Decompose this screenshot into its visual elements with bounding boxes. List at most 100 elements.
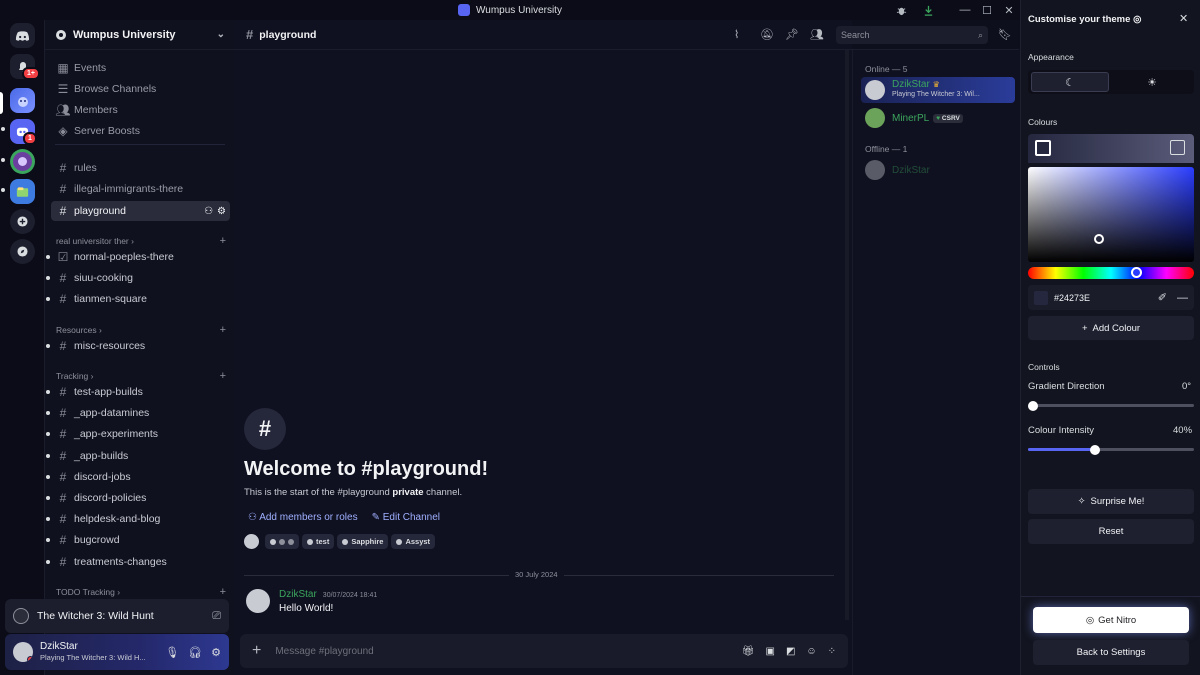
channel-playground[interactable]: # playground ⚇ ⚙ xyxy=(51,201,230,221)
bug-icon[interactable] xyxy=(888,0,914,20)
invite-icon[interactable]: ⚇ xyxy=(204,206,213,217)
add-server-button[interactable] xyxy=(10,209,35,234)
colour-stops-bar xyxy=(1028,134,1194,163)
colour-intensity-slider[interactable] xyxy=(1028,444,1194,455)
hash-icon: # xyxy=(59,339,67,353)
sidebar-item-members[interactable]: 👥︎ Members xyxy=(51,100,230,120)
channel-treatments-changes[interactable]: # treatments-changes xyxy=(51,552,230,572)
gif-icon[interactable]: ▣ xyxy=(765,646,774,657)
screen-share-icon[interactable]: ⎚ xyxy=(212,610,221,623)
mentions-badge: 1+ xyxy=(22,67,40,80)
hue-slider[interactable] xyxy=(1028,267,1194,279)
member-avatar xyxy=(244,534,259,549)
surprise-me-button[interactable]: ✧ Surprise Me! xyxy=(1028,489,1194,514)
sidebar-item-server-boosts[interactable]: ◈ Server Boosts xyxy=(51,121,230,141)
category-resources[interactable]: Resources › + xyxy=(56,324,226,336)
search-input[interactable]: Search ⌕ xyxy=(836,26,988,44)
colour-stop-end[interactable] xyxy=(1170,140,1185,155)
bot-tag-sapphire[interactable]: Sapphire xyxy=(337,534,389,549)
eyedropper-icon[interactable]: ✐ xyxy=(1158,291,1167,304)
light-mode-sun-icon[interactable]: ☀ xyxy=(1113,72,1191,92)
threads-icon[interactable]: ⌇ xyxy=(734,28,748,42)
channel-app-datamines[interactable]: # _app-datamines xyxy=(51,403,230,423)
discover-button[interactable] xyxy=(10,239,35,264)
channel-bugcrowd[interactable]: # bugcrowd xyxy=(51,530,230,550)
member-list-icon[interactable]: 👥︎ xyxy=(810,28,824,42)
channel-normal-poeples-there[interactable]: ☑ normal-poeples-there xyxy=(51,247,230,267)
colour-intensity-handle[interactable] xyxy=(1090,444,1101,455)
microphone-icon[interactable]: 🎙︎ xyxy=(165,646,179,659)
sidebar-item-browse-channels[interactable]: ☰ Browse Channels xyxy=(51,79,230,99)
gradient-direction-handle[interactable] xyxy=(1028,400,1038,411)
server-purple[interactable] xyxy=(10,149,35,174)
member-tag[interactable] xyxy=(265,534,299,549)
colour-picker-handle[interactable] xyxy=(1094,234,1104,244)
reset-button[interactable]: Reset xyxy=(1028,519,1194,544)
sidebar-divider xyxy=(55,144,225,145)
notifications-button[interactable]: 1+ xyxy=(10,54,40,80)
mute-icon[interactable]: 🔕︎ xyxy=(760,28,774,42)
channel-test-app-builds[interactable]: # test-app-builds xyxy=(51,382,230,402)
message-avatar[interactable] xyxy=(246,589,270,613)
colour-stop-start[interactable] xyxy=(1035,140,1051,156)
pin-icon[interactable]: 📌︎ xyxy=(785,28,799,42)
bot-tag-assyst[interactable]: Assyst xyxy=(391,534,436,549)
home-button[interactable] xyxy=(10,23,35,48)
channel-app-experiments[interactable]: # _app-experiments xyxy=(51,424,230,444)
colour-picker-area[interactable] xyxy=(1028,167,1194,262)
channel-rules[interactable]: # rules xyxy=(51,158,230,178)
category-real-universitor-ther[interactable]: real universitor ther › + xyxy=(56,235,226,247)
headphones-icon[interactable]: 🎧︎ xyxy=(188,646,202,659)
channel-discord-jobs[interactable]: # discord-jobs xyxy=(51,467,230,487)
add-channel-icon[interactable]: + xyxy=(220,324,226,336)
sticker-icon[interactable]: ◩ xyxy=(786,646,795,657)
member-minerpl[interactable]: MinerPL ♥ CSRV xyxy=(861,105,1015,131)
channel-helpdesk-and-blog[interactable]: # helpdesk-and-blog xyxy=(51,509,230,529)
gift-icon[interactable]: 🎁︎ xyxy=(742,646,755,657)
channel-tianmen-square[interactable]: # tianmen-square xyxy=(51,289,230,309)
user-settings-icon[interactable]: ⚙ xyxy=(211,646,221,659)
channel-settings-icon[interactable]: ⚙ xyxy=(217,206,226,217)
remove-colour-icon[interactable]: — xyxy=(1177,292,1188,304)
add-channel-icon[interactable]: + xyxy=(220,370,226,382)
channel-siuu-cooking[interactable]: # siuu-cooking xyxy=(51,268,230,288)
user-avatar[interactable] xyxy=(13,642,33,662)
category-todo-tracking[interactable]: TODO Tracking › + xyxy=(56,586,226,598)
close-window-button[interactable]: ✕ xyxy=(996,0,1022,20)
member-dzikstar[interactable]: DzikStar ♛ Playing The Witcher 3: Wil... xyxy=(861,77,1015,103)
bot-tag-test[interactable]: test xyxy=(302,534,335,549)
dark-mode-moon-icon[interactable]: ☾ xyxy=(1031,72,1109,92)
member-dzikstar-offline[interactable]: DzikStar xyxy=(861,157,1015,183)
apps-icon[interactable]: ⁘ xyxy=(828,646,836,657)
add-channel-icon[interactable]: + xyxy=(220,586,226,598)
message-author[interactable]: DzikStar xyxy=(279,589,317,600)
back-to-settings-button[interactable]: Back to Settings xyxy=(1033,640,1189,665)
server-header[interactable]: Wumpus University ⌄ xyxy=(45,20,235,50)
sidebar-item-events[interactable]: ▦ Events xyxy=(51,58,230,78)
add-colour-button[interactable]: + Add Colour xyxy=(1028,316,1194,340)
gradient-direction-slider[interactable] xyxy=(1028,400,1194,411)
close-icon[interactable]: ✕ xyxy=(1179,12,1188,25)
emoji-icon[interactable]: ☺ xyxy=(806,646,816,657)
colour-intensity-fill xyxy=(1028,448,1096,451)
add-members-link[interactable]: ⚇ Add members or roles xyxy=(248,512,358,523)
message-input[interactable]: Message #playground xyxy=(275,646,741,657)
channel-illegal-immigrants-there[interactable]: # illegal-immigrants-there xyxy=(51,179,230,199)
inbox-icon[interactable]: 🔖︎ xyxy=(998,28,1012,42)
download-icon[interactable] xyxy=(915,0,941,20)
channel-discord-policies[interactable]: # discord-policies xyxy=(51,488,230,508)
server-wumpus-university[interactable] xyxy=(10,88,35,113)
server-blue[interactable] xyxy=(10,179,35,204)
activity-card[interactable]: The Witcher 3: Wild Hunt ⎚ xyxy=(5,599,229,633)
edit-channel-link[interactable]: ✎ Edit Channel xyxy=(372,512,440,523)
add-channel-icon[interactable]: + xyxy=(220,235,226,247)
chat-scrollbar[interactable] xyxy=(845,50,849,620)
attach-plus-icon[interactable]: + xyxy=(252,642,261,660)
hex-field[interactable]: #24273E ✐ — xyxy=(1028,285,1194,310)
channel-misc-resources[interactable]: # misc-resources xyxy=(51,336,230,356)
category-tracking[interactable]: Tracking › + xyxy=(56,370,226,382)
channel-app-builds[interactable]: # _app-builds xyxy=(51,446,230,466)
get-nitro-button[interactable]: ◎ Get Nitro xyxy=(1033,607,1189,633)
server-bots[interactable]: 1 xyxy=(10,119,37,145)
hue-slider-handle[interactable] xyxy=(1131,267,1142,278)
